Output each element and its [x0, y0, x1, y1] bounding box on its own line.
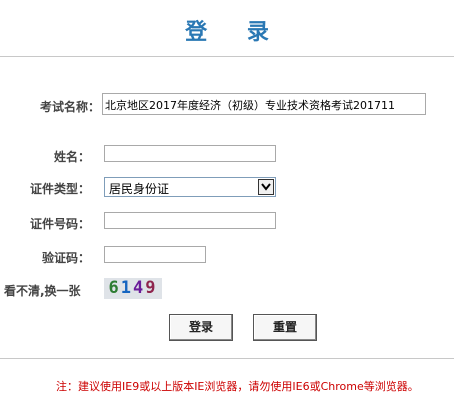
reset-button[interactable]: 重置 [253, 314, 317, 341]
exam-name-label: 考试名称： [39, 100, 100, 114]
captcha-image[interactable]: 6149 [104, 278, 162, 299]
id-type-select[interactable]: 居民身份证 [104, 177, 276, 197]
captcha-digit: 9 [145, 278, 158, 298]
captcha-label: 验证码： [41, 251, 90, 265]
login-button[interactable]: 登录 [169, 314, 233, 341]
exam-name-field[interactable]: 北京地区2017年度经济（初级）专业技术资格考试201711 [102, 93, 426, 115]
bottom-divider [0, 358, 454, 359]
captcha-digit: 4 [133, 278, 146, 298]
id-number-input[interactable] [104, 212, 276, 229]
name-label: 姓名： [53, 150, 90, 164]
captcha-digit: 1 [120, 278, 133, 298]
top-divider [0, 56, 454, 57]
captcha-digit: 6 [108, 278, 121, 298]
id-number-label: 证件号码： [29, 217, 90, 231]
captcha-input[interactable] [104, 246, 206, 263]
id-type-selected-value: 居民身份证 [109, 182, 170, 196]
name-input[interactable] [104, 145, 276, 162]
chevron-down-icon[interactable] [258, 179, 274, 195]
captcha-refresh-link[interactable]: 看不清,换一张 [4, 282, 81, 299]
page-title: 登 录 [185, 20, 285, 45]
browser-note: 注：建议使用IE9或以上版本IE浏览器，请勿使用IE6或Chrome等浏览器。 [56, 380, 419, 393]
id-type-label: 证件类型： [29, 182, 90, 196]
